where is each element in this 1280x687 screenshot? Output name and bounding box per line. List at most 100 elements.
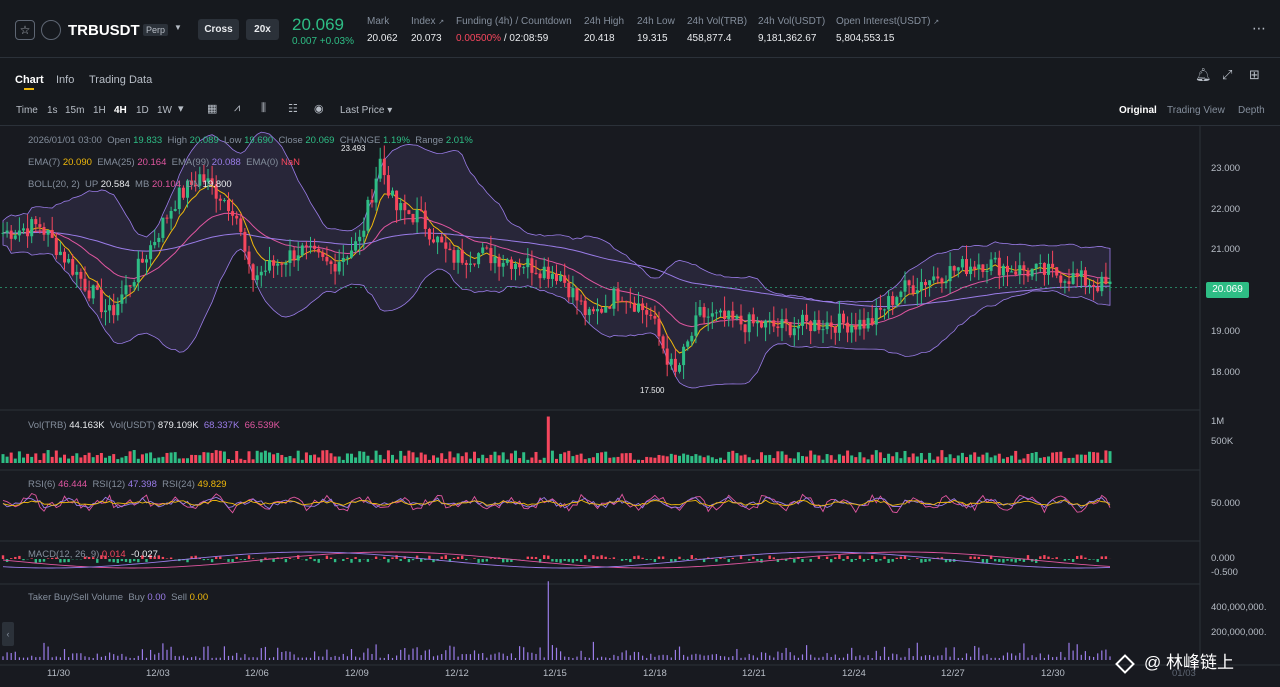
taker-bar bbox=[2, 656, 4, 660]
volume-bar bbox=[436, 457, 440, 463]
taker-bar bbox=[125, 656, 127, 660]
volume-bar bbox=[1010, 455, 1014, 463]
candle-body bbox=[596, 308, 599, 312]
candle-body bbox=[780, 319, 784, 329]
volume-bar bbox=[354, 457, 358, 463]
candle-body bbox=[9, 230, 13, 239]
boll-label: BOLL(20, 2) bbox=[28, 179, 80, 190]
macd-bar bbox=[846, 556, 849, 559]
macd-bar bbox=[1010, 559, 1013, 562]
taker-bar bbox=[605, 657, 607, 660]
candle-body bbox=[878, 307, 882, 310]
macd-bar bbox=[440, 556, 443, 559]
macd-bar bbox=[202, 559, 206, 561]
candle-body bbox=[956, 267, 960, 271]
volume-bar bbox=[969, 454, 973, 463]
candle-body bbox=[813, 319, 817, 332]
candle-body bbox=[1083, 270, 1087, 286]
taker-bar bbox=[699, 654, 701, 660]
volume-bar bbox=[227, 459, 230, 463]
taker-bar bbox=[678, 646, 681, 660]
volume-bar bbox=[345, 453, 349, 463]
volume-bar bbox=[419, 452, 423, 463]
taker-bar bbox=[264, 646, 266, 660]
candle-body bbox=[120, 294, 124, 304]
macd-bar bbox=[661, 556, 665, 559]
ema25-value: 20.164 bbox=[137, 157, 167, 168]
taker-bar bbox=[703, 655, 705, 660]
candle-body bbox=[79, 271, 83, 279]
volume-bar bbox=[1038, 457, 1042, 463]
taker-bar bbox=[978, 647, 980, 660]
taker-bar bbox=[785, 647, 787, 660]
candle-body bbox=[591, 309, 595, 312]
taker-bar bbox=[929, 655, 931, 660]
candle-body bbox=[288, 250, 292, 264]
taker-bar bbox=[937, 655, 939, 660]
rsi6-label: RSI(6) bbox=[28, 479, 56, 490]
volume-bar bbox=[985, 452, 989, 463]
chart-canvas[interactable] bbox=[0, 0, 1280, 687]
volume-bar bbox=[493, 451, 497, 463]
volume-bar bbox=[22, 457, 25, 463]
candle-body bbox=[985, 270, 989, 272]
candle-body bbox=[665, 348, 669, 365]
candle-body bbox=[341, 257, 345, 263]
volume-bar bbox=[854, 457, 858, 463]
taker-bar bbox=[232, 655, 234, 660]
macd-bar bbox=[977, 556, 980, 559]
volume-bar bbox=[928, 452, 932, 463]
taker-bar bbox=[355, 656, 357, 660]
volume-bar bbox=[276, 452, 280, 463]
macd-bar bbox=[596, 556, 599, 559]
taker-bar bbox=[191, 657, 193, 660]
price-axis-label: 18.000 bbox=[1211, 367, 1241, 378]
macd-bar bbox=[169, 557, 173, 559]
volume-bar bbox=[120, 457, 124, 463]
volume-bar bbox=[386, 450, 390, 463]
taker-bar bbox=[801, 654, 804, 660]
candle-body bbox=[1022, 265, 1026, 271]
taker-bar bbox=[273, 657, 275, 660]
macd-bar bbox=[920, 559, 923, 563]
taker-bar bbox=[646, 657, 648, 660]
candle-body bbox=[624, 300, 628, 302]
time-axis-label: 12/03 bbox=[146, 668, 170, 679]
candle-body bbox=[924, 281, 927, 286]
volume-bar bbox=[731, 450, 735, 463]
macd-bar bbox=[862, 559, 866, 562]
taker-bar bbox=[539, 647, 541, 660]
volume-bar bbox=[235, 450, 239, 463]
volume-bar bbox=[1047, 456, 1050, 463]
volume-bar bbox=[91, 457, 95, 463]
candle-body bbox=[259, 271, 263, 276]
taker-bar bbox=[814, 657, 816, 660]
taker-bar bbox=[970, 656, 972, 660]
candle-body bbox=[534, 272, 538, 274]
volume-bar bbox=[366, 455, 370, 463]
volume-bar bbox=[325, 450, 329, 463]
taker-bar bbox=[129, 657, 131, 660]
volume-bar bbox=[952, 458, 956, 463]
volume-bar bbox=[464, 452, 468, 463]
taker-bar bbox=[478, 653, 480, 660]
macd-bar bbox=[1080, 555, 1083, 559]
candle-body bbox=[1059, 275, 1063, 283]
taker-bar bbox=[199, 657, 201, 660]
taker-label: Taker Buy/Sell Volume bbox=[28, 592, 124, 603]
macd-bar bbox=[588, 559, 591, 562]
volume-bar bbox=[198, 455, 202, 463]
volume-bar bbox=[522, 452, 526, 463]
candle-body bbox=[817, 319, 821, 330]
volume-bar bbox=[1092, 452, 1096, 463]
taker-bar bbox=[141, 649, 143, 660]
volume-bar bbox=[407, 450, 411, 463]
volume-bar bbox=[973, 452, 977, 463]
chevron-left-icon[interactable]: ‹ bbox=[2, 622, 14, 646]
candle-body bbox=[1014, 271, 1018, 275]
boll-mb: 20.104 bbox=[151, 179, 181, 190]
taker-bar bbox=[576, 656, 578, 660]
macd-bar bbox=[715, 559, 718, 562]
candle-body bbox=[218, 198, 222, 201]
volume-bar bbox=[739, 455, 743, 463]
